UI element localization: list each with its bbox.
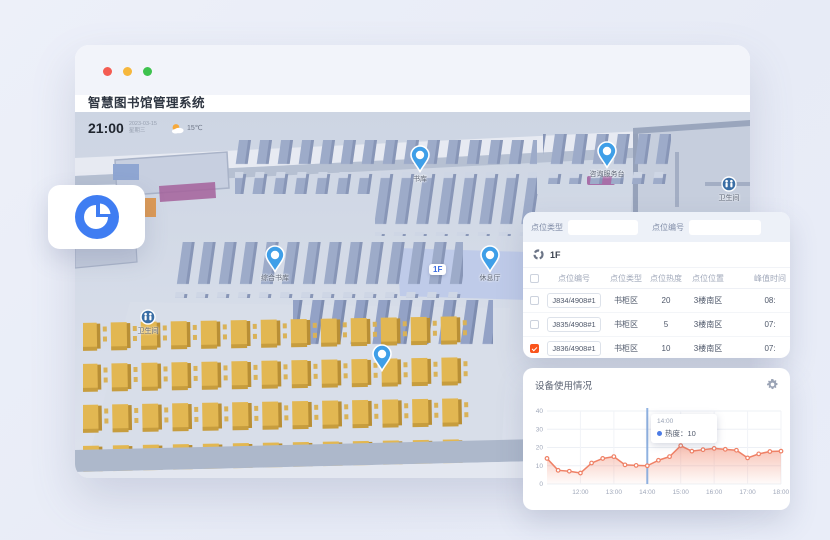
point-type-input[interactable] (568, 220, 638, 235)
column-header: 点位热度 (649, 273, 683, 284)
temperature-label: 15℃ (187, 124, 203, 132)
table-cell: 20 (649, 296, 683, 305)
location-pin-icon (479, 245, 501, 273)
svg-text:12:00: 12:00 (572, 489, 589, 496)
tooltip-time: 14:00 (657, 418, 711, 425)
map-pin-label: 综合书库 (261, 273, 289, 283)
svg-text:40: 40 (536, 408, 544, 415)
map-pin-label: 咨询服务台 (590, 169, 625, 179)
statistics-card[interactable] (48, 185, 145, 249)
restroom-label: 卫生间 (719, 193, 740, 203)
table-row[interactable]: J836/4908#1书柜区103楼南区07: (523, 337, 790, 358)
table-cell: 3楼南区 (683, 295, 733, 306)
svg-text:30: 30 (536, 426, 544, 433)
svg-text:13:00: 13:00 (606, 489, 623, 496)
floor-badge[interactable]: 1F (429, 264, 446, 275)
table-cell: 07: (733, 344, 790, 353)
filter-bar: 点位类型 点位编号 (523, 212, 790, 242)
map-pin-label: 书库 (413, 174, 427, 184)
table-cell: 5 (649, 320, 683, 329)
location-pin-icon (371, 344, 393, 372)
table-header-row: 点位编号 点位类型 点位热度 点位位置 峰值时间 (523, 268, 790, 289)
select-all-checkbox[interactable] (530, 274, 539, 283)
floor-selector-label: 1F (550, 250, 561, 260)
map-pin-label: 休息厅 (480, 273, 501, 283)
map-pin[interactable] (371, 344, 393, 377)
location-pin-icon (596, 141, 618, 169)
point-code-input[interactable] (689, 220, 761, 235)
location-pin-icon (264, 245, 286, 273)
column-header: 峰值时间 (733, 273, 790, 284)
page-background: 智慧图书馆管理系统 (0, 0, 830, 540)
row-checkbox[interactable] (530, 296, 539, 305)
table-cell: 07: (733, 320, 790, 329)
sun-cloud-icon (171, 123, 184, 134)
status-bar: 21:00 2023-03-15 星期三 15℃ (88, 115, 203, 141)
table-body: J834/4908#1书柜区203楼南区08:J835/4908#1书柜区53楼… (523, 289, 790, 358)
table-cell: 3楼南区 (683, 343, 733, 354)
column-header: 点位编号 (545, 273, 603, 284)
tooltip-value: 热度：10 (665, 428, 696, 439)
filter-code-label: 点位编号 (652, 222, 684, 233)
table-row[interactable]: J835/4908#1书柜区53楼南区07: (523, 313, 790, 337)
close-window-icon[interactable] (103, 67, 112, 76)
svg-text:18:00: 18:00 (773, 489, 790, 496)
restroom-label: 卫生间 (138, 326, 159, 336)
point-code-box: J835/4908#1 (547, 317, 600, 332)
svg-text:14:00: 14:00 (639, 489, 656, 496)
svg-text:0: 0 (539, 481, 543, 488)
table-cell: 10 (649, 344, 683, 353)
point-list-panel: 点位类型 点位编号 1F 点位编号 点位类型 点位热度 点位位置 峰值时间 J8… (523, 212, 790, 358)
column-header: 点位位置 (683, 273, 733, 284)
point-code-box: J834/4908#1 (547, 293, 600, 308)
filter-type-label: 点位类型 (531, 222, 563, 233)
table-cell: 08: (733, 296, 790, 305)
window-titlebar (75, 45, 750, 95)
series-dot-icon (657, 431, 662, 436)
point-code-box: J836/4908#1 (547, 341, 600, 356)
svg-text:15:00: 15:00 (673, 489, 690, 496)
table-row[interactable]: J834/4908#1书柜区203楼南区08: (523, 289, 790, 313)
app-header: 智慧图书馆管理系统 (75, 95, 750, 112)
table-cell: 书柜区 (603, 343, 649, 354)
svg-text:16:00: 16:00 (706, 489, 723, 496)
row-checkbox[interactable] (530, 344, 539, 353)
restroom-icon (721, 176, 737, 192)
device-usage-panel: 设备使用情况 01020304012:0013:0014:0015:0016:0… (523, 368, 790, 510)
table-cell: 3楼南区 (683, 319, 733, 330)
column-header: 点位类型 (603, 273, 649, 284)
page-title: 智慧图书馆管理系统 (88, 95, 205, 112)
floor-selector-row[interactable]: 1F (523, 242, 790, 268)
svg-text:17:00: 17:00 (739, 489, 756, 496)
floor-icon (533, 249, 544, 260)
pie-chart-icon (74, 194, 120, 240)
svg-text:20: 20 (536, 445, 544, 452)
restroom-icon (140, 309, 156, 325)
location-pin-icon (409, 145, 431, 173)
clock-date: 2023-03-15 星期三 (129, 121, 157, 135)
table-cell: 书柜区 (603, 295, 649, 306)
maximize-window-icon[interactable] (143, 67, 152, 76)
clock-time: 21:00 (88, 120, 124, 136)
minimize-window-icon[interactable] (123, 67, 132, 76)
row-checkbox[interactable] (530, 320, 539, 329)
chart-tooltip: 14:00 热度：10 (651, 414, 717, 443)
table-cell: 书柜区 (603, 319, 649, 330)
svg-text:10: 10 (536, 463, 544, 470)
weather-widget: 15℃ (171, 123, 203, 134)
